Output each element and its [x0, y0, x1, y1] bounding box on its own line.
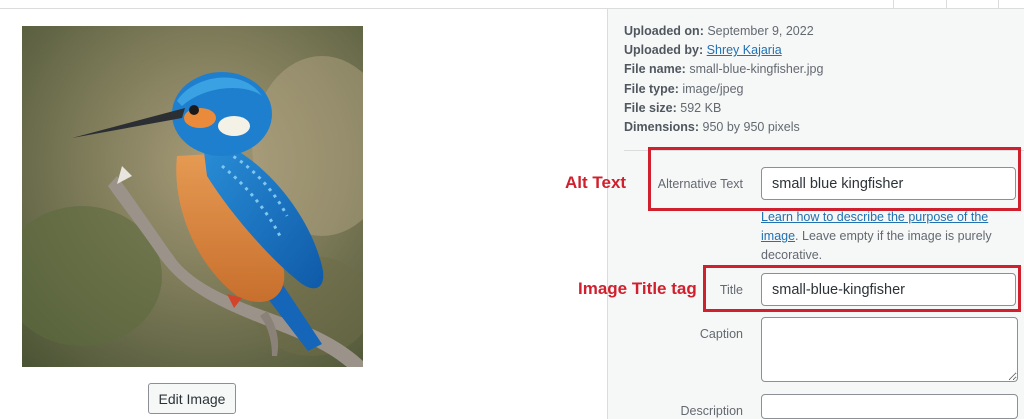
- details-divider: [624, 150, 1024, 151]
- file-name-row: File name: small-blue-kingfisher.jpg: [624, 60, 823, 79]
- dimensions-row: Dimensions: 950 by 950 pixels: [624, 118, 823, 137]
- dimensions-label: Dimensions:: [624, 120, 700, 135]
- edit-image-button[interactable]: Edit Image: [148, 383, 236, 414]
- title-input[interactable]: [761, 273, 1016, 306]
- alt-text-help: Learn how to describe the purpose of the…: [761, 208, 1006, 265]
- alt-text-annotation: Alt Text: [565, 173, 627, 192]
- title-label: Title: [719, 283, 743, 297]
- alt-text-label: Alternative Text: [657, 177, 743, 191]
- uploaded-on-label: Uploaded on:: [624, 24, 704, 38]
- kingfisher-image: [22, 26, 363, 367]
- file-details: Uploaded on: September 9, 2022 Uploaded …: [624, 22, 823, 137]
- caption-label: Caption: [699, 327, 743, 341]
- file-type-label: File type:: [624, 81, 679, 96]
- file-size-value: 592 KB: [680, 100, 722, 115]
- file-name-label: File name:: [624, 62, 686, 77]
- alt-text-input[interactable]: [761, 167, 1016, 200]
- file-name-value: small-blue-kingfisher.jpg: [689, 62, 824, 77]
- caption-textarea[interactable]: [761, 317, 1018, 382]
- file-type-value: image/jpeg: [682, 81, 744, 96]
- top-bar-separator: [893, 0, 894, 8]
- description-textarea[interactable]: [761, 394, 1018, 419]
- uploaded-by-row: Uploaded by: Shrey Kajaria: [624, 41, 823, 60]
- uploader-link[interactable]: Shrey Kajaria: [707, 43, 782, 57]
- admin-top-bar: [0, 0, 1024, 9]
- title-annotation: Image Title tag: [578, 279, 697, 298]
- file-type-row: File type: image/jpeg: [624, 80, 823, 99]
- uploaded-by-label: Uploaded by:: [624, 43, 704, 58]
- attachment-image: [22, 26, 363, 367]
- dimensions-value: 950 by 950 pixels: [702, 120, 800, 135]
- top-bar-separator: [998, 0, 999, 8]
- uploaded-on-value: September 9, 2022: [707, 24, 814, 38]
- uploaded-on-row: Uploaded on: September 9, 2022: [624, 22, 823, 41]
- description-label: Description: [680, 404, 743, 418]
- file-size-row: File size: 592 KB: [624, 99, 823, 118]
- alt-text-help-rest: . Leave empty if the image is purely dec…: [761, 229, 992, 262]
- top-bar-separator: [946, 0, 947, 8]
- file-size-label: File size:: [624, 100, 677, 115]
